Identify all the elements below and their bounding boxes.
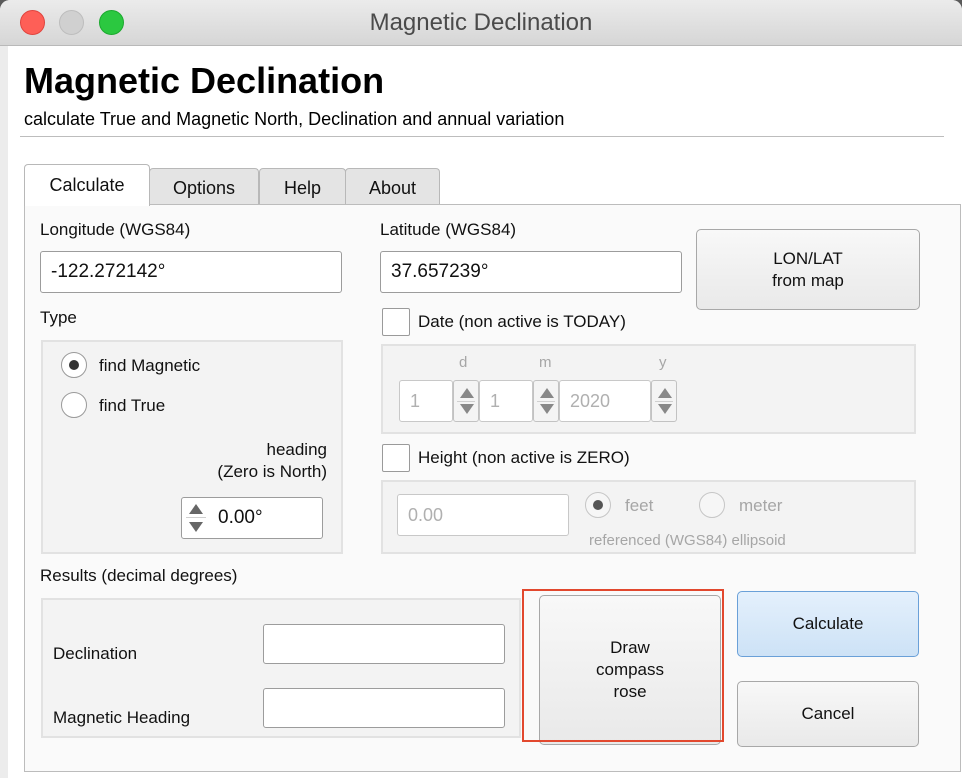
type-group: find Magnetic find True heading (Zero is… [41, 340, 343, 554]
find-true-radio[interactable] [61, 392, 87, 418]
stepper-up-icon [658, 388, 672, 398]
latitude-input[interactable]: 37.657239° [380, 251, 682, 293]
height-input[interactable]: 0.00 [397, 494, 569, 536]
highlight-box [522, 589, 724, 742]
page-subtitle: calculate True and Magnetic North, Decli… [24, 109, 565, 129]
app-window: Magnetic Declination Magnetic Declinatio… [0, 0, 962, 778]
results-group: Declination Magnetic Heading [41, 598, 521, 738]
find-magnetic-radio[interactable] [61, 352, 87, 378]
declination-label: Declination [53, 644, 138, 663]
meter-label: meter [739, 496, 783, 515]
calculate-panel: Longitude (WGS84) -122.272142° Latitude … [24, 204, 961, 772]
meter-radio[interactable] [699, 492, 725, 518]
heading-stepper[interactable] [183, 497, 209, 539]
date-checkbox[interactable] [382, 308, 410, 336]
stepper-down-icon [189, 522, 203, 532]
header-divider [20, 136, 944, 137]
tab-calculate[interactable]: Calculate [24, 164, 150, 206]
height-checkbox-label: Height (non active is ZERO) [418, 448, 630, 467]
declination-output[interactable] [263, 624, 505, 664]
cancel-button[interactable]: Cancel [737, 681, 919, 747]
find-true-label: find True [99, 396, 166, 415]
day-input[interactable]: 1 [399, 380, 453, 422]
stepper-up-icon [460, 388, 474, 398]
day-stepper[interactable] [453, 380, 479, 422]
from-map-label-2: from map [772, 270, 844, 290]
results-label: Results (decimal degrees) [40, 566, 238, 585]
year-stepper[interactable] [651, 380, 677, 422]
month-label: m [539, 354, 552, 371]
day-label: d [459, 354, 468, 371]
height-checkbox[interactable] [382, 444, 410, 472]
heading-label: heading [266, 440, 327, 459]
month-stepper[interactable] [533, 380, 559, 422]
stepper-down-icon [658, 404, 672, 414]
dialog-content: Magnetic Declination calculate True and … [8, 46, 962, 778]
stepper-up-icon [540, 388, 554, 398]
feet-radio[interactable] [585, 492, 611, 518]
tab-options[interactable]: Options [149, 168, 259, 206]
height-group: 0.00 feet meter referenced (WGS84) ellip… [381, 480, 916, 554]
stepper-down-icon [460, 404, 474, 414]
year-input[interactable]: 2020 [559, 380, 651, 422]
from-map-label-1: LON/LAT [773, 248, 843, 268]
find-magnetic-label: find Magnetic [99, 356, 201, 375]
window-title: Magnetic Declination [369, 9, 593, 36]
year-label: y [659, 354, 667, 371]
stepper-up-icon [189, 504, 203, 514]
longitude-label: Longitude (WGS84) [40, 220, 191, 239]
magnetic-heading-output[interactable] [263, 688, 505, 728]
page-title: Magnetic Declination [24, 60, 385, 101]
date-checkbox-label: Date (non active is TODAY) [418, 312, 626, 331]
heading-hint: (Zero is North) [217, 462, 327, 481]
latitude-label: Latitude (WGS84) [380, 220, 517, 239]
title-bar[interactable]: Magnetic Declination [0, 0, 962, 46]
tab-help[interactable]: Help [259, 168, 346, 206]
ellipsoid-note: referenced (WGS84) ellipsoid [589, 532, 786, 549]
tab-about[interactable]: About [345, 168, 440, 206]
feet-label: feet [625, 496, 654, 515]
magnetic-heading-label: Magnetic Heading [53, 708, 191, 727]
lonlat-from-map-button[interactable]: LON/LAT from map [696, 229, 920, 310]
date-group: d m y 1 1 2020 [381, 344, 916, 434]
calculate-button[interactable]: Calculate [737, 591, 919, 657]
longitude-input[interactable]: -122.272142° [40, 251, 342, 293]
type-label: Type [40, 308, 77, 327]
month-input[interactable]: 1 [479, 380, 533, 422]
stepper-down-icon [540, 404, 554, 414]
